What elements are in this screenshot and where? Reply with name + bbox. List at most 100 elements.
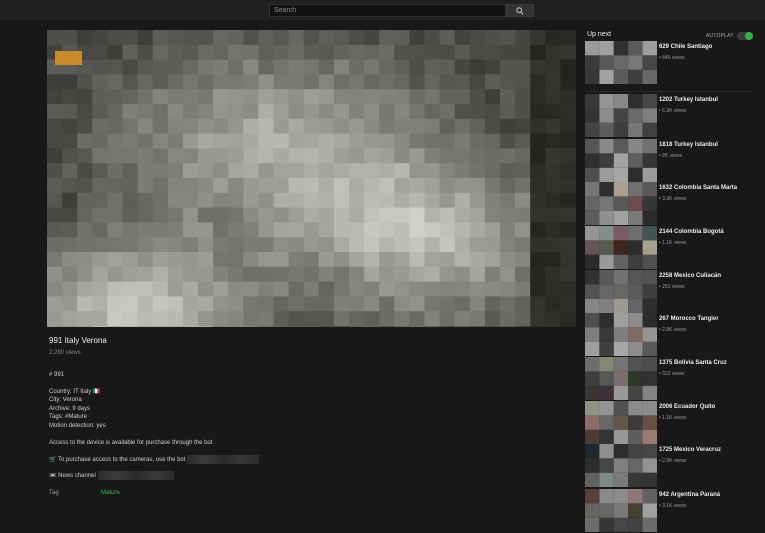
pixel-block	[484, 178, 501, 194]
pixel-block	[333, 44, 350, 61]
pixel-block	[243, 178, 259, 194]
item-title[interactable]: 1375 Bolivia Santa Cruz	[659, 360, 727, 366]
video-thumbnail[interactable]	[585, 94, 657, 137]
up-next-item[interactable]: 1202 Turkey Istanbul • 6.3K views	[585, 94, 757, 138]
pixel-block	[167, 74, 184, 90]
pixel-block	[530, 207, 546, 223]
pixel-block	[484, 74, 501, 90]
pixel-block	[500, 178, 516, 194]
item-title[interactable]: 1818 Turkey Istanbul	[659, 142, 718, 148]
pixel-block	[288, 296, 305, 312]
pixel-block	[469, 252, 486, 268]
video-thumbnail[interactable]	[585, 226, 657, 269]
video-thumbnail[interactable]	[585, 444, 657, 487]
up-next-item[interactable]: 1818 Turkey Istanbul • 2K views	[585, 139, 757, 183]
pixel-block	[107, 89, 123, 105]
pixel-block	[364, 59, 380, 75]
redacted-bot-link[interactable]	[187, 455, 260, 465]
item-title[interactable]: 1725 Mexico Veracruz	[659, 447, 721, 453]
video-thumbnail[interactable]	[585, 357, 657, 400]
redacted-channel-link[interactable]	[97, 470, 174, 480]
up-next-item[interactable]: 942 Argentina Paraná • 3.1K views	[585, 489, 757, 533]
tag-link[interactable]: Mature	[101, 490, 120, 496]
pixel-block	[599, 41, 614, 56]
pixel-block	[303, 266, 320, 283]
pixel-block	[122, 59, 139, 75]
pixel-block	[288, 281, 305, 297]
pixel-block	[530, 104, 546, 120]
video-thumbnail[interactable]	[585, 139, 657, 182]
autoplay-toggle[interactable]	[737, 32, 753, 40]
pixel-block	[273, 163, 290, 179]
pixel-block	[137, 133, 154, 149]
pixel-block	[409, 89, 425, 105]
pixel-block	[642, 444, 657, 459]
pixel-block	[303, 30, 320, 46]
item-title[interactable]: 267 Morocco Tangier	[659, 316, 719, 322]
pixel-block	[198, 266, 214, 283]
pixel-block	[318, 237, 335, 253]
item-title[interactable]: 2258 Mexico Culiacán	[659, 273, 721, 279]
pixel-block	[599, 240, 614, 255]
pixel-block	[228, 30, 244, 46]
pixel-block	[515, 148, 531, 164]
video-thumbnail[interactable]	[585, 41, 657, 84]
pixel-block	[243, 281, 259, 297]
pixel-block	[107, 192, 123, 209]
video-player[interactable]	[47, 30, 576, 327]
item-title[interactable]: 2144 Colombia Bogotá	[659, 229, 724, 235]
up-next-item[interactable]: 2258 Mexico Culiacán • 252 views	[585, 270, 757, 314]
pixel-block	[152, 266, 169, 283]
pixel-block	[349, 104, 365, 120]
up-next-item[interactable]: 1725 Mexico Veracruz • 2.9K views	[585, 444, 757, 488]
pixel-block	[213, 207, 229, 223]
search-button[interactable]	[506, 4, 534, 17]
pixel-block	[152, 133, 169, 149]
pixel-block	[394, 133, 410, 149]
pixel-block	[500, 163, 516, 179]
search-input[interactable]: Search	[269, 4, 506, 17]
pixel-block	[628, 371, 643, 386]
pixel-block	[454, 59, 471, 75]
thumbnail-image	[585, 226, 657, 269]
pixel-block	[303, 74, 320, 90]
pixel-block	[628, 167, 643, 182]
video-thumbnail[interactable]	[585, 270, 657, 313]
pixel-block	[515, 89, 531, 105]
pixel-block	[107, 237, 123, 253]
pixel-block	[515, 237, 531, 253]
pixel-block	[303, 118, 320, 135]
up-next-item[interactable]: 2006 Ecuador Quito • 1.1K views	[585, 401, 757, 445]
pixel-block	[394, 311, 410, 327]
item-title[interactable]: 1202 Turkey Istanbul	[659, 97, 718, 103]
pixel-block	[500, 326, 516, 327]
pixel-block	[560, 222, 576, 238]
video-thumbnail[interactable]	[585, 182, 657, 225]
up-next-item[interactable]: 267 Morocco Tangier • 2.8K views	[585, 313, 757, 357]
pixel-block	[62, 178, 78, 194]
video-thumbnail[interactable]	[585, 401, 657, 444]
item-title[interactable]: 2006 Ecuador Quito	[659, 404, 715, 410]
up-next-item[interactable]: 1375 Bolivia Santa Cruz • 322 views	[585, 357, 757, 401]
pixel-block	[243, 311, 259, 327]
up-next-item[interactable]: 2144 Colombia Bogotá • 1.1K views	[585, 226, 757, 270]
video-thumbnail[interactable]	[585, 489, 657, 532]
pixel-block	[599, 122, 614, 137]
pixel-block	[122, 252, 139, 268]
item-title[interactable]: 942 Argentina Paraná	[659, 492, 720, 498]
pixel-block	[62, 237, 78, 253]
item-title[interactable]: 629 Chile Santiago	[659, 44, 712, 50]
pixel-block	[613, 458, 629, 473]
up-next-item[interactable]: 629 Chile Santiago • 846 views	[585, 41, 757, 85]
pixel-block	[599, 153, 614, 168]
pixel-block	[182, 296, 199, 312]
pixel-block	[228, 59, 244, 75]
pixel-block	[642, 196, 657, 211]
pixel-block	[47, 207, 63, 223]
video-thumbnail[interactable]	[585, 313, 657, 356]
pixel-block	[318, 89, 335, 105]
up-next-item[interactable]: 1632 Colombia Santa Marta • 3.3K views	[585, 182, 757, 226]
item-title[interactable]: 1632 Colombia Santa Marta	[659, 185, 737, 191]
pixel-block	[349, 281, 365, 297]
pixel-block	[515, 252, 531, 268]
